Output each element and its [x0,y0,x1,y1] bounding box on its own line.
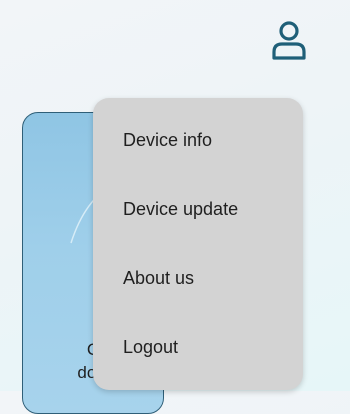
account-dropdown-menu: Device info Device update About us Logou… [93,98,303,390]
menu-item-about-us[interactable]: About us [93,244,303,313]
menu-item-logout[interactable]: Logout [93,313,303,382]
menu-item-device-info[interactable]: Device info [93,106,303,175]
profile-button[interactable] [270,18,308,62]
menu-item-device-update[interactable]: Device update [93,175,303,244]
page: C dow Device info Device update About us… [0,0,350,414]
user-icon [272,21,306,60]
